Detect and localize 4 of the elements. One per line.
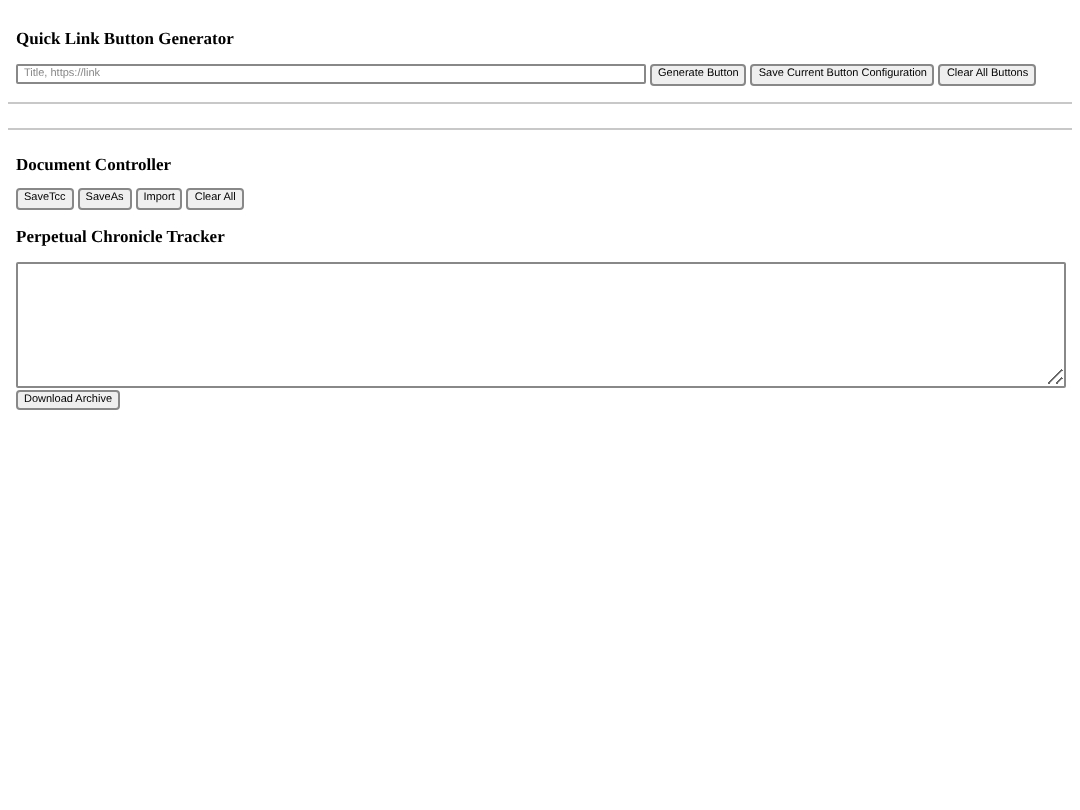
text-area[interactable] [16, 261, 1066, 388]
section-title: Perpetual Chronicle Tracker [16, 225, 227, 246]
section-title: Document Controller [16, 153, 174, 174]
section-title: Quick Link Button Generator [16, 28, 236, 49]
